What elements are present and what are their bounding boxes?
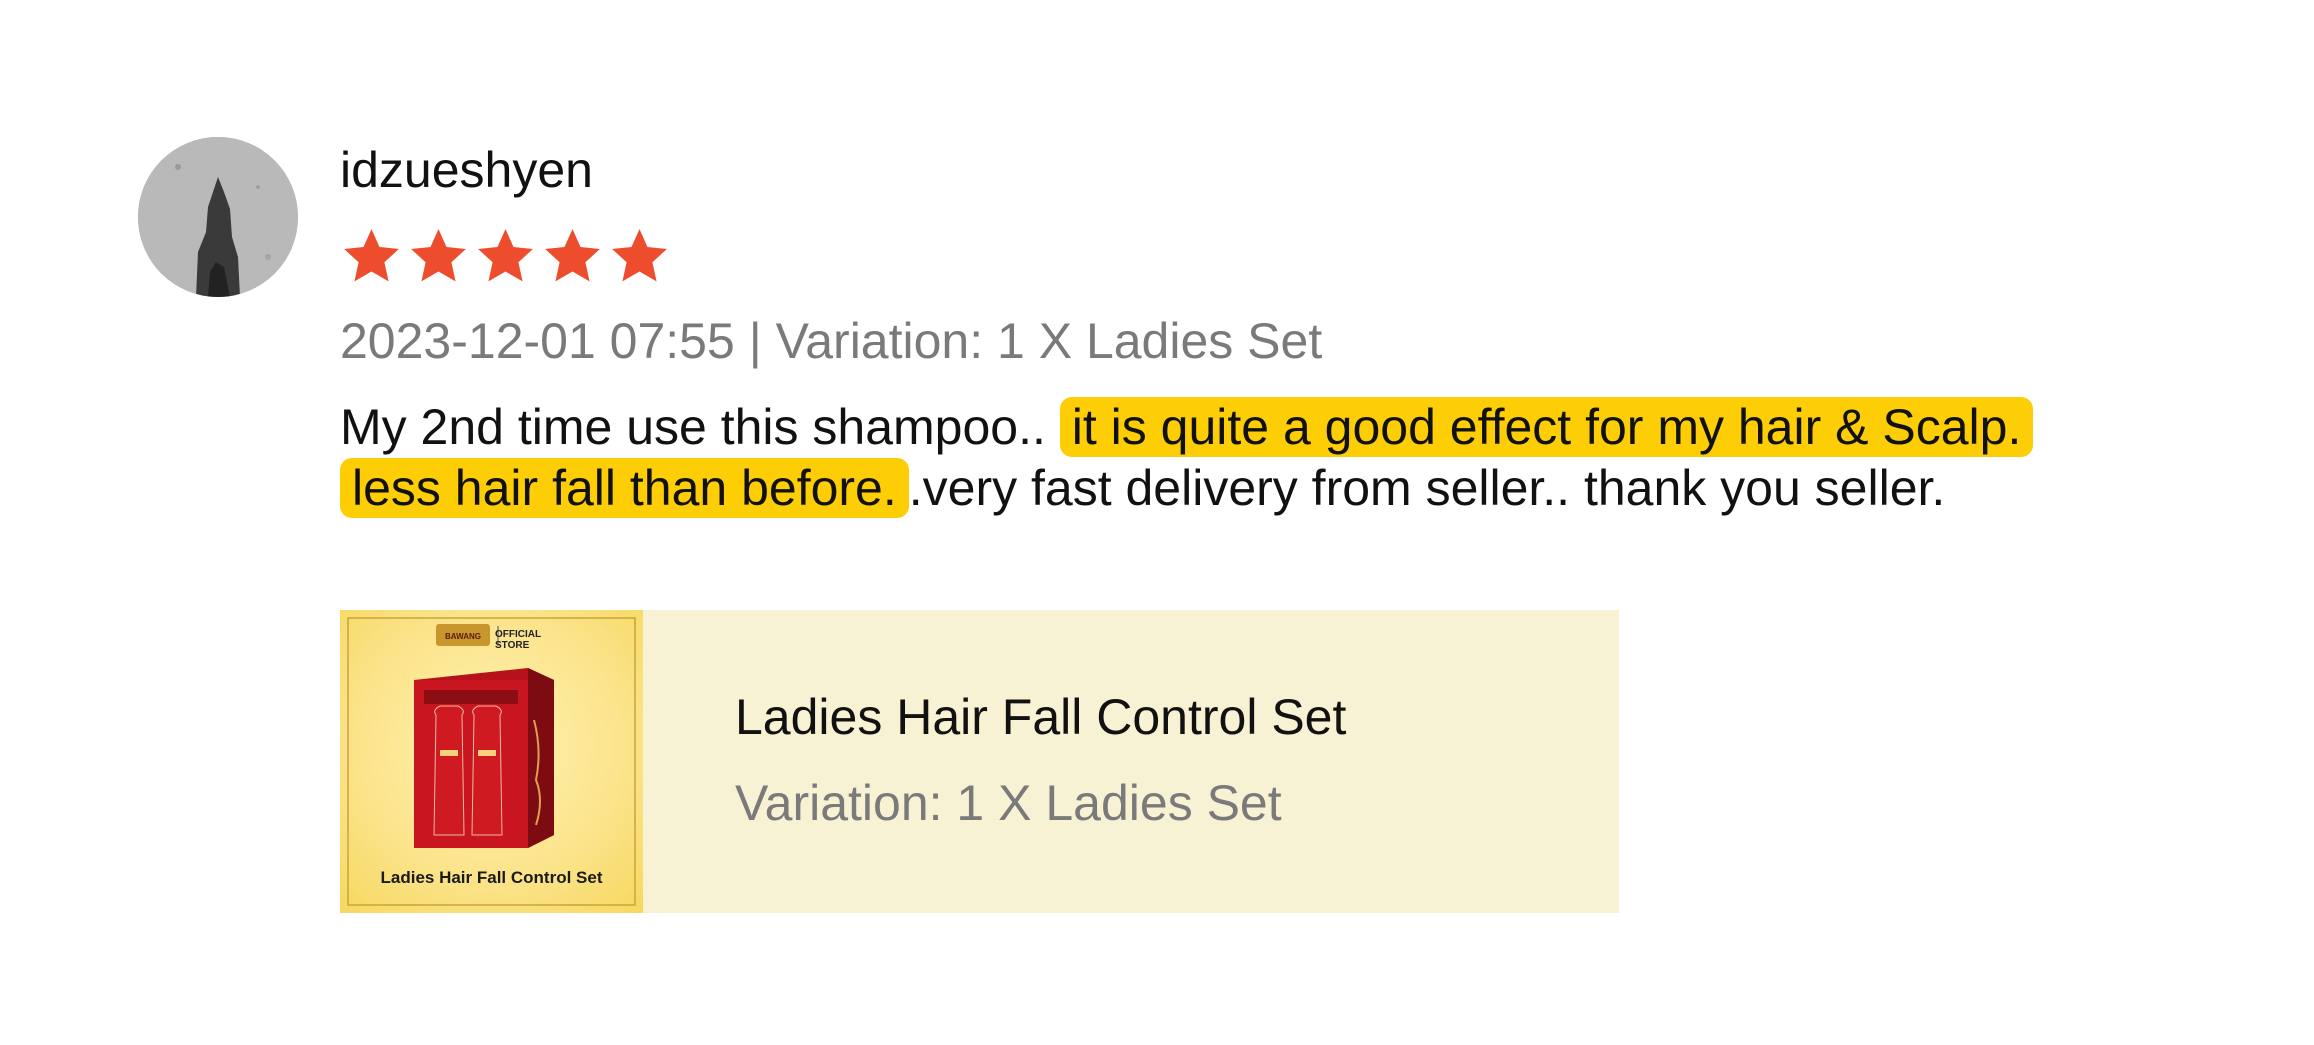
review-item: idzueshyen 2023-12-01 07:55 | Variation:…	[0, 0, 2314, 1045]
thumbnail-caption: Ladies Hair Fall Control Set	[380, 868, 603, 887]
star-icon	[344, 229, 399, 282]
review-variation: Variation: 1 X Ladies Set	[775, 313, 1323, 369]
star-icon	[478, 229, 533, 282]
avatar-photo-icon	[138, 137, 298, 297]
star-icon	[411, 229, 466, 282]
meta-separator: |	[748, 313, 762, 369]
avatar[interactable]	[138, 137, 298, 297]
product-card[interactable]: BAWANG OFFICIAL STORE Ladies Hair Fall C…	[340, 610, 1619, 913]
review-meta: 2023-12-01 07:55 | Variation: 1 X Ladies…	[340, 312, 1322, 370]
product-variation: Variation: 1 X Ladies Set	[735, 775, 1282, 831]
review-date: 2023-12-01 07:55	[340, 313, 735, 369]
product-name[interactable]: Ladies Hair Fall Control Set	[735, 688, 1346, 746]
comment-text-end: .very fast delivery from seller.. thank …	[908, 460, 1946, 516]
star-icon	[545, 229, 600, 282]
thumbnail-store-label: OFFICIAL STORE	[495, 629, 541, 651]
star-icon	[612, 229, 667, 282]
review-comment: My 2nd time use this shampoo.. it is qui…	[340, 397, 2120, 519]
product-thumbnail[interactable]: BAWANG OFFICIAL STORE Ladies Hair Fall C…	[340, 610, 643, 913]
svg-text:BAWANG: BAWANG	[445, 632, 481, 641]
comment-text: My 2nd time use this shampoo..	[340, 399, 1060, 455]
reviewer-username: idzueshyen	[340, 142, 593, 198]
rating-stars	[340, 225, 671, 287]
